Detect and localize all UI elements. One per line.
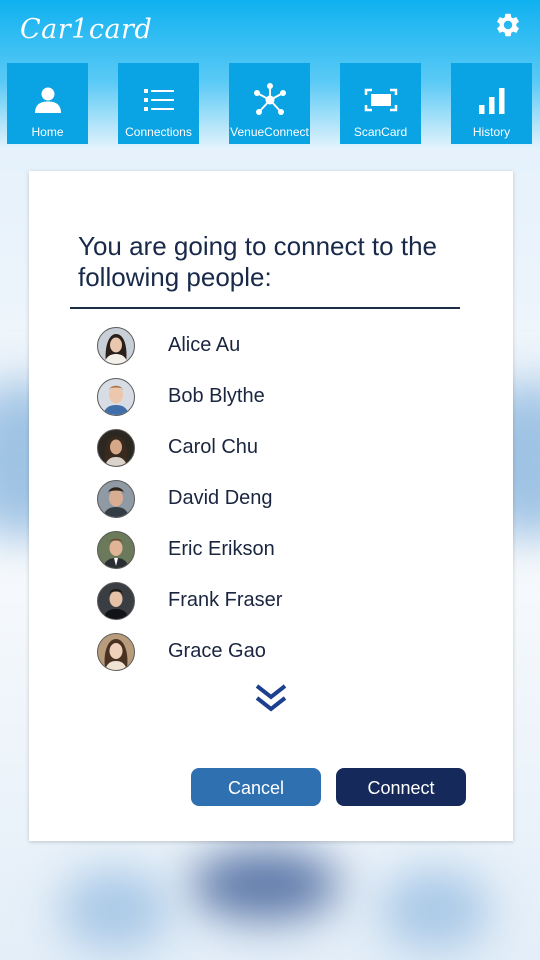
connect-dialog: You are going to connect to the followin… bbox=[29, 171, 513, 841]
dialog-heading: You are going to connect to the followin… bbox=[78, 231, 437, 292]
app-header: Car1card Home Connections VenueConnect S… bbox=[0, 0, 540, 150]
nav-item-scancard[interactable]: ScanCard bbox=[340, 63, 421, 144]
avatar bbox=[97, 633, 135, 671]
list-item: Bob Blythe bbox=[29, 377, 513, 417]
list-item: Alice Au bbox=[29, 326, 513, 366]
heading-divider bbox=[70, 307, 460, 309]
nav-label: History bbox=[472, 125, 511, 139]
cancel-button[interactable]: Cancel bbox=[191, 768, 321, 806]
main-nav: Home Connections VenueConnect ScanCard H… bbox=[0, 63, 540, 144]
person-name: Eric Erikson bbox=[168, 538, 275, 560]
nav-label: Connections bbox=[125, 125, 192, 139]
app-logo: Car1card bbox=[20, 14, 153, 45]
list-item: Carol Chu bbox=[29, 428, 513, 468]
person-name: David Deng bbox=[168, 487, 273, 509]
person-icon bbox=[35, 87, 61, 113]
nav-label: ScanCard bbox=[353, 125, 408, 139]
scan-frame-icon bbox=[364, 88, 398, 112]
nav-item-venueconnect[interactable]: VenueConnect bbox=[229, 63, 310, 144]
list-item: Eric Erikson bbox=[29, 530, 513, 570]
nav-item-history[interactable]: History bbox=[451, 63, 532, 144]
double-chevron-down-icon[interactable] bbox=[253, 681, 289, 717]
gear-icon[interactable] bbox=[494, 11, 522, 39]
avatar bbox=[97, 327, 135, 365]
nav-label: Home bbox=[31, 125, 64, 139]
background-blob bbox=[60, 870, 170, 950]
nav-item-connections[interactable]: Connections bbox=[118, 63, 199, 144]
person-name: Grace Gao bbox=[168, 640, 266, 662]
bar-chart-icon bbox=[479, 88, 505, 114]
avatar bbox=[97, 378, 135, 416]
avatar bbox=[97, 429, 135, 467]
network-icon bbox=[254, 83, 286, 115]
connect-button[interactable]: Connect bbox=[336, 768, 466, 806]
background-blob bbox=[190, 850, 340, 920]
list-icon bbox=[144, 89, 174, 111]
person-name: Carol Chu bbox=[168, 436, 259, 458]
nav-label: VenueConnect bbox=[230, 125, 309, 139]
avatar bbox=[97, 480, 135, 518]
list-item: David Deng bbox=[29, 479, 513, 519]
background-blob bbox=[380, 870, 490, 950]
list-item: Frank Fraser bbox=[29, 581, 513, 621]
person-name: Alice Au bbox=[168, 334, 241, 356]
person-name: Bob Blythe bbox=[168, 385, 265, 407]
list-item: Grace Gao bbox=[29, 632, 513, 672]
avatar bbox=[97, 582, 135, 620]
nav-item-home[interactable]: Home bbox=[7, 63, 88, 144]
avatar bbox=[97, 531, 135, 569]
person-name: Frank Fraser bbox=[168, 589, 283, 611]
